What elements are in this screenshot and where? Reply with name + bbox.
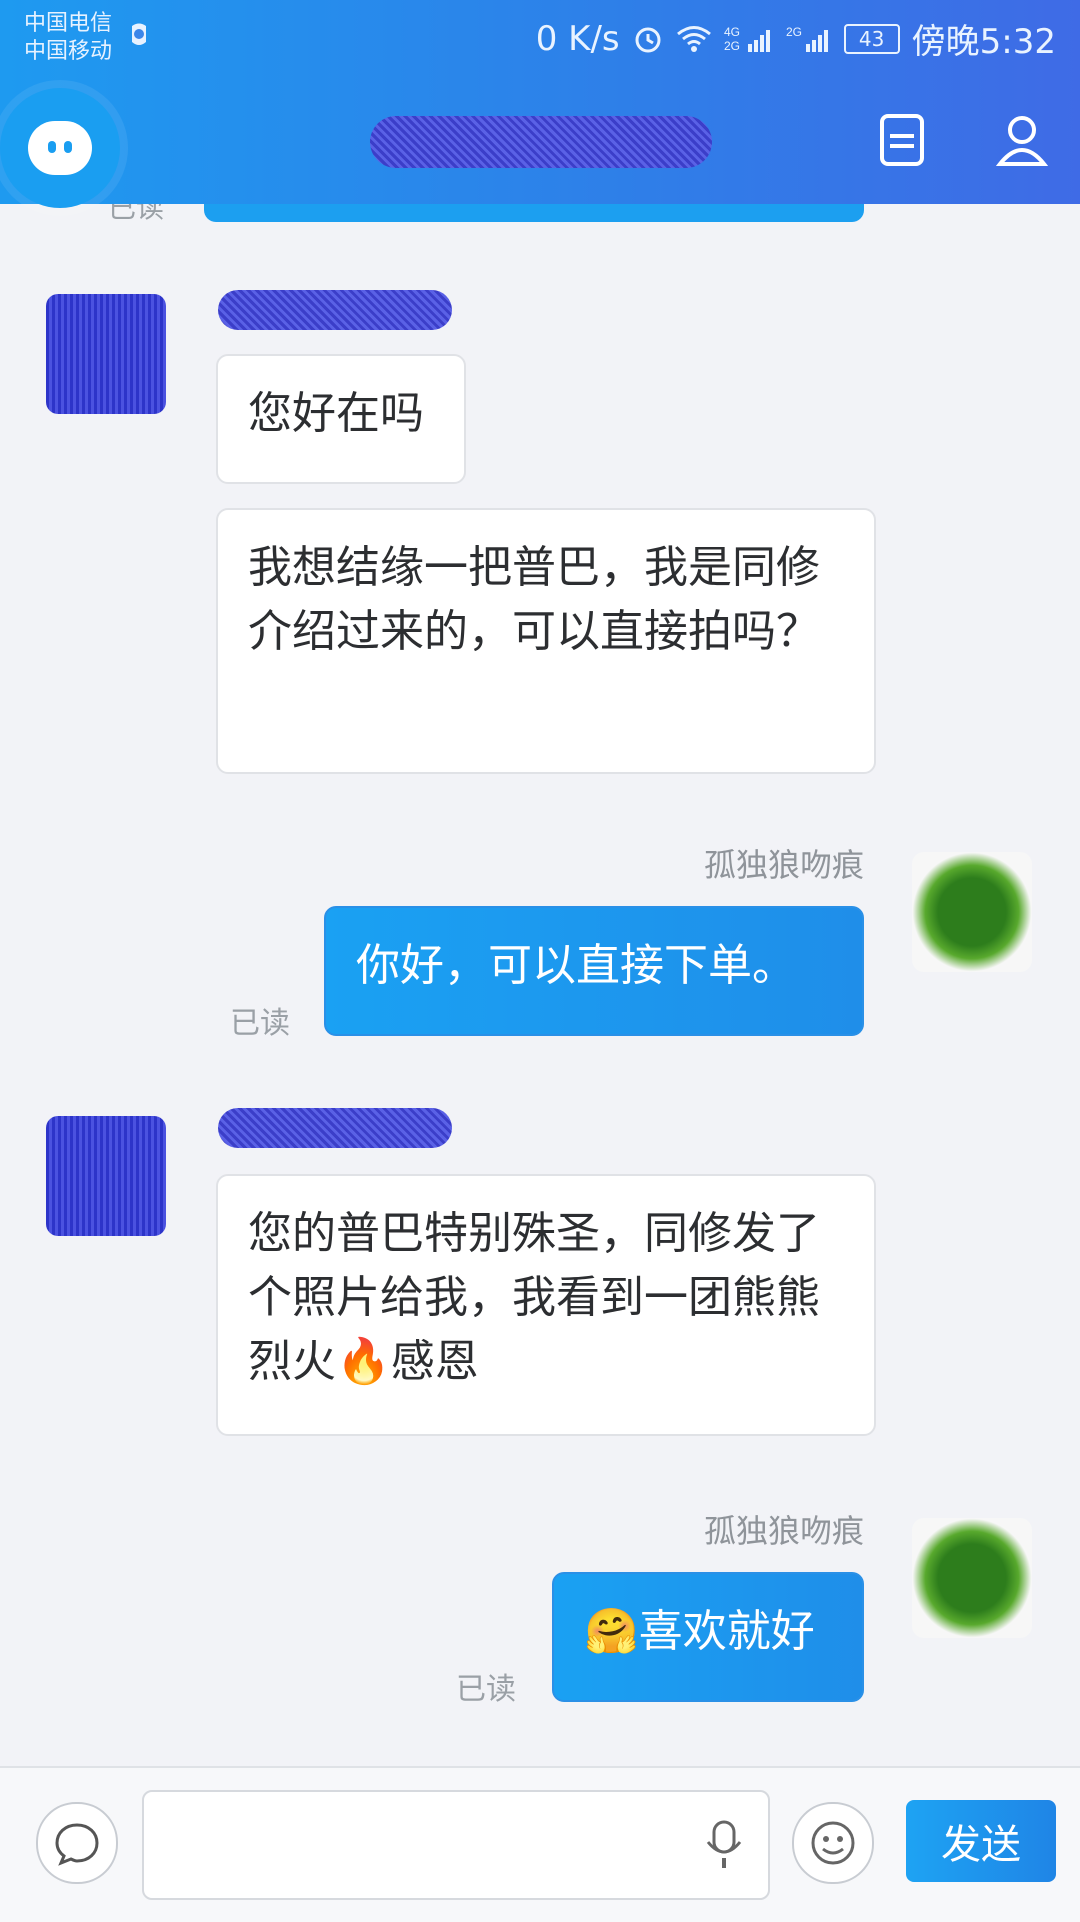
avatar-right-1[interactable] bbox=[912, 852, 1032, 972]
battery-icon: 43 bbox=[843, 23, 900, 54]
svg-text:2G: 2G bbox=[786, 25, 802, 39]
sender-name-right-2: 孤独狼吻痕 bbox=[703, 1512, 864, 1550]
svg-text:2G: 2G bbox=[724, 39, 740, 53]
alarm-icon bbox=[132, 23, 146, 45]
send-button[interactable]: 发送 bbox=[906, 1800, 1056, 1882]
previous-message-bubble[interactable] bbox=[204, 204, 864, 222]
chat-bubble-button[interactable] bbox=[36, 1802, 118, 1884]
alarm-clock-icon bbox=[635, 27, 661, 52]
message-bubble-left-1b[interactable]: 我想结缘一把普巴，我是同修介绍过来的，可以直接拍吗？ bbox=[216, 508, 876, 774]
chat-bubble-icon bbox=[55, 1823, 99, 1866]
app-logo-button[interactable] bbox=[0, 88, 120, 208]
carrier-1: 中国电信 bbox=[24, 11, 113, 36]
message-text: 我想结缘一把普巴，我是同修介绍过来的，可以直接拍吗？ bbox=[248, 542, 820, 657]
previous-read-label: 已读 bbox=[108, 204, 165, 224]
avatar-left-2[interactable] bbox=[46, 1116, 166, 1236]
input-bar: 发送 bbox=[0, 1766, 1080, 1922]
message-text: 你好，可以直接下单。 bbox=[356, 940, 796, 991]
clock: 傍晚5:32 bbox=[911, 22, 1056, 62]
read-receipt-2: 已读 bbox=[456, 1672, 516, 1707]
chat-list[interactable]: 已读 您好在吗 我想结缘一把普巴，我是同修介绍过来的，可以直接拍吗？ 孤独狼吻痕… bbox=[0, 204, 1080, 1766]
list-icon[interactable] bbox=[872, 110, 932, 170]
battery-level: 43 bbox=[858, 26, 885, 51]
top-header: 中国电信 中国移动 0 K/s 4G 2G 2G 43 傍晚5:32 bbox=[0, 0, 1080, 208]
mic-icon[interactable] bbox=[696, 1816, 752, 1872]
sender-name-right-1: 孤独狼吻痕 bbox=[703, 846, 864, 884]
avatar-right-2[interactable] bbox=[912, 1518, 1032, 1638]
status-right: 0 K/s 4G 2G 2G 43 傍晚5:32 bbox=[536, 14, 1056, 63]
read-receipt-1: 已读 bbox=[230, 1006, 290, 1041]
svg-text:4G: 4G bbox=[724, 25, 740, 39]
wifi-icon bbox=[676, 25, 711, 52]
profile-icon[interactable] bbox=[992, 110, 1052, 170]
carrier-2: 中国移动 bbox=[24, 39, 113, 64]
message-bubble-right-2[interactable]: 🤗喜欢就好 bbox=[552, 1572, 864, 1702]
message-bubble-left-1a[interactable]: 您好在吗 bbox=[216, 354, 466, 484]
message-input[interactable] bbox=[142, 1790, 770, 1900]
message-bubble-right-1[interactable]: 你好，可以直接下单。 bbox=[324, 906, 864, 1036]
emoji-icon bbox=[811, 1821, 855, 1865]
sender-name-redacted-2 bbox=[218, 1108, 452, 1148]
message-text: 您的普巴特别殊圣，同修发了个照片给我，我看到一团熊熊烈火🔥感恩 bbox=[248, 1208, 820, 1387]
signal-icon: 4G 2G bbox=[724, 25, 770, 53]
status-carriers: 中国电信 中国移动 bbox=[24, 10, 112, 66]
avatar-left-1[interactable] bbox=[46, 294, 166, 414]
sender-name-redacted-1 bbox=[218, 290, 452, 330]
chat-title-redacted bbox=[370, 116, 712, 168]
message-text: 🤗喜欢就好 bbox=[584, 1606, 815, 1657]
network-speed: 0 K/s bbox=[535, 18, 620, 59]
signal-icon-2: 2G bbox=[786, 25, 828, 52]
app-logo-icon bbox=[28, 121, 92, 175]
message-bubble-left-2[interactable]: 您的普巴特别殊圣，同修发了个照片给我，我看到一团熊熊烈火🔥感恩 bbox=[216, 1174, 876, 1436]
message-text: 您好在吗 bbox=[248, 388, 424, 439]
emoji-button[interactable] bbox=[792, 1802, 874, 1884]
